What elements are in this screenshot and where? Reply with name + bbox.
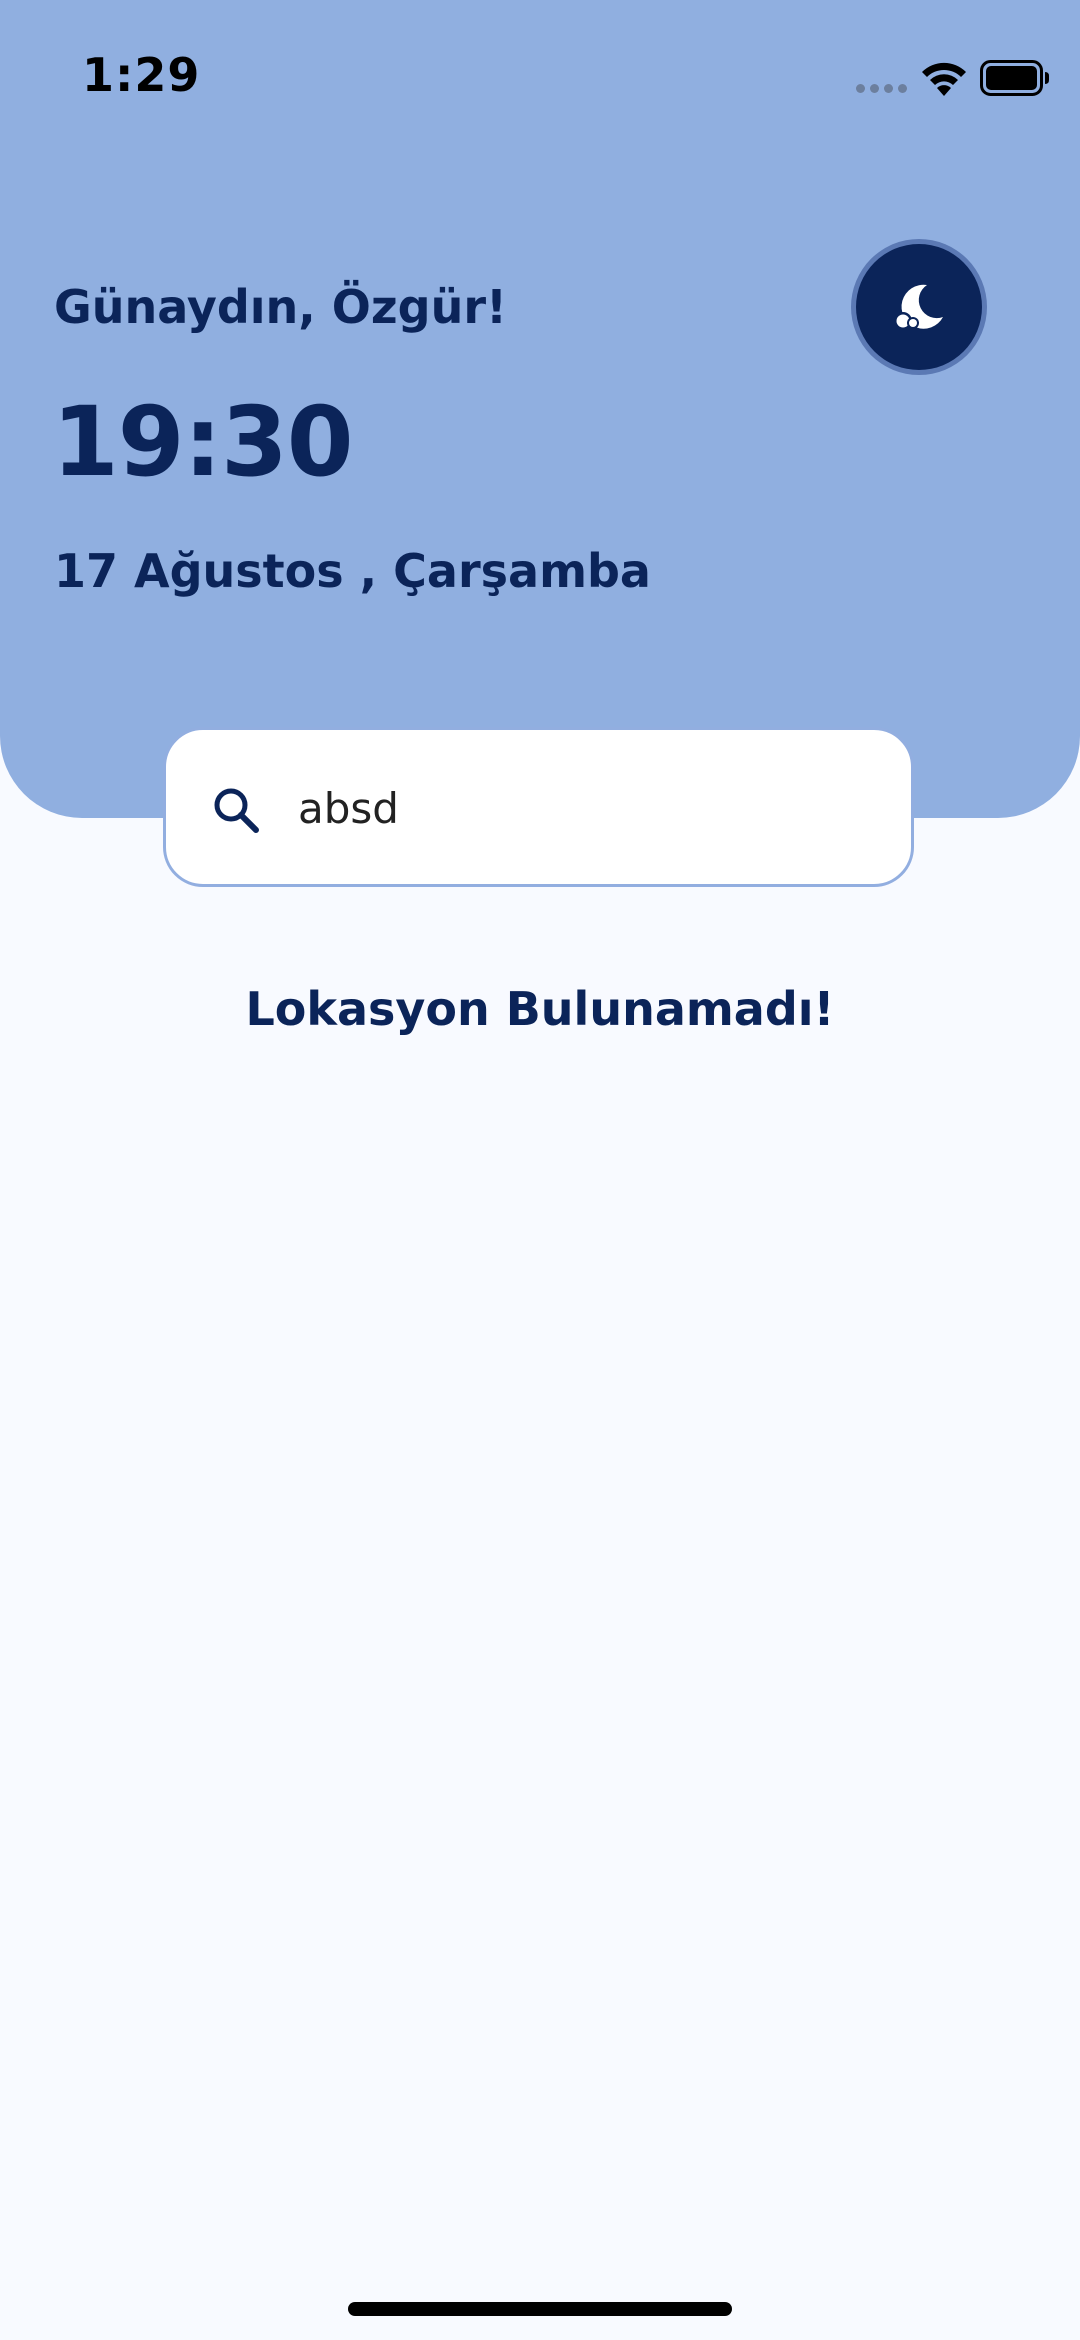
- no-location-message: Lokasyon Bulunamadı!: [245, 982, 835, 1036]
- theme-toggle-button[interactable]: [856, 244, 982, 370]
- moon-cloud-icon: [894, 284, 943, 330]
- search-bar[interactable]: [163, 727, 914, 887]
- home-indicator[interactable]: [348, 2302, 732, 2316]
- current-date: 17 Ağustos , Çarşamba: [54, 544, 651, 598]
- status-time: 1:29: [82, 48, 201, 102]
- signal-dots-icon: [856, 84, 907, 93]
- status-bar: 1:29: [0, 0, 1080, 150]
- wifi-icon: [922, 62, 966, 96]
- current-time: 19:30: [52, 386, 354, 498]
- search-input[interactable]: [298, 770, 878, 846]
- battery-icon: [980, 60, 1049, 96]
- search-icon: [214, 788, 259, 833]
- greeting-text: Günaydın, Özgür!: [54, 280, 508, 334]
